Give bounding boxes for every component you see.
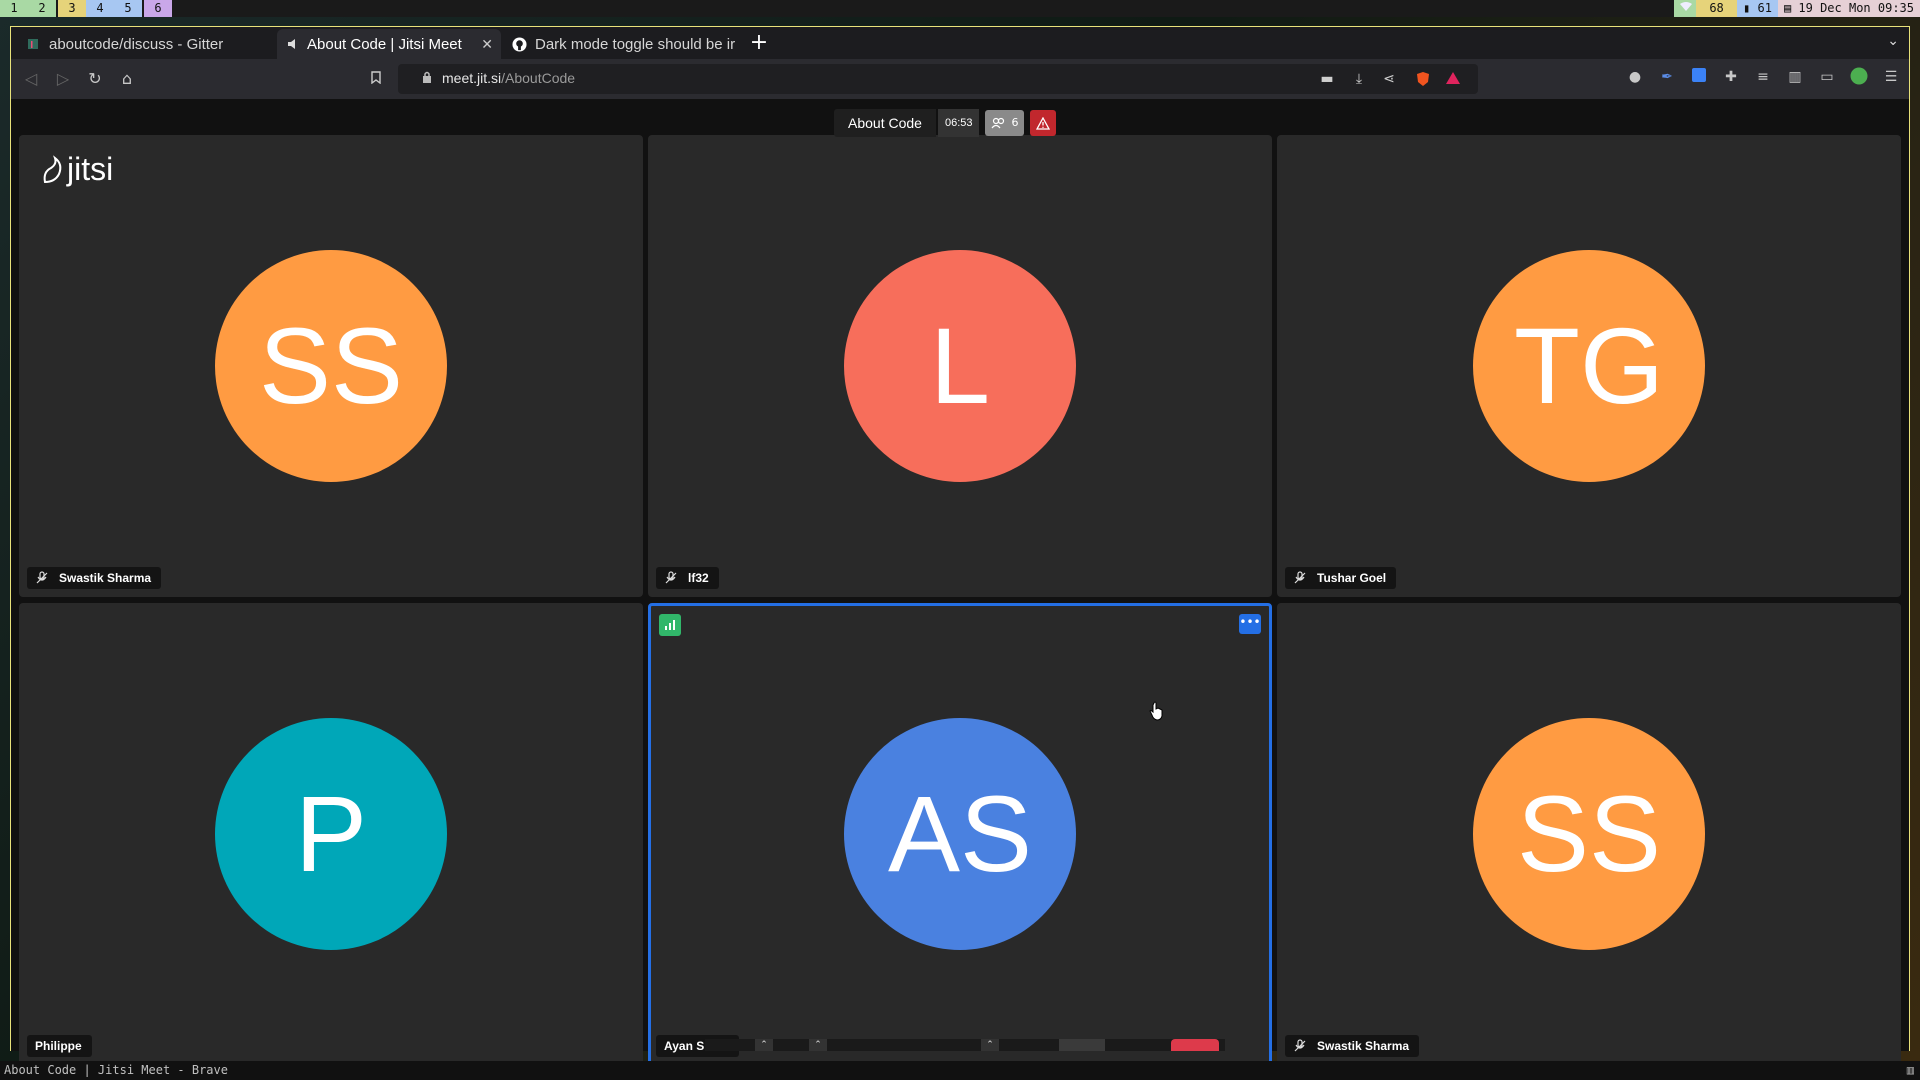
media-queue-icon[interactable]: ≡ bbox=[1753, 67, 1773, 87]
name-tag: Swastik Sharma bbox=[1285, 1035, 1420, 1057]
avatar: P bbox=[215, 718, 447, 950]
share-settings-chevron-icon[interactable]: ⌃ bbox=[981, 1039, 999, 1051]
battery-status: ▮ 61 bbox=[1737, 0, 1778, 17]
extension-feather-icon[interactable]: ✒ bbox=[1657, 67, 1677, 87]
battery-icon: ▮ bbox=[1743, 1, 1751, 15]
close-tab-icon[interactable]: ✕ bbox=[481, 36, 493, 53]
avatar: SS bbox=[1473, 718, 1705, 950]
toolbox-peek: ⌃ ⌃ ⌃ bbox=[705, 1039, 1225, 1051]
mic-muted-icon bbox=[36, 571, 48, 584]
video-settings-chevron-icon[interactable]: ⌃ bbox=[809, 1039, 827, 1051]
hand-cursor-icon bbox=[1149, 701, 1163, 721]
calendar-icon: ▤ bbox=[1783, 1, 1792, 15]
raise-hand-button[interactable] bbox=[1059, 1039, 1105, 1051]
avatar: L bbox=[844, 250, 1076, 482]
meeting-subject: About Code bbox=[834, 109, 936, 137]
jitsi-conference: SS Swastik Sharma jitsi L lf32 TG Tushar… bbox=[11, 99, 1909, 1065]
gitter-icon bbox=[25, 36, 41, 52]
workspace-2[interactable]: 2 bbox=[28, 0, 56, 17]
github-icon bbox=[511, 36, 527, 52]
warning-icon[interactable] bbox=[1030, 110, 1057, 136]
leave-call-button[interactable] bbox=[1171, 1039, 1219, 1051]
participant-tile[interactable]: SS Swastik Sharma jitsi bbox=[19, 135, 643, 597]
workspace-4[interactable]: 4 bbox=[86, 0, 114, 17]
address-bar[interactable]: meet.jit.si/AboutCode ▬ ⤓ ⋖ bbox=[398, 64, 1478, 94]
browser-window: aboutcode/discuss - Gitter About Code | … bbox=[10, 26, 1910, 1065]
mic-muted-icon bbox=[1294, 1039, 1306, 1052]
volume-status: 68 bbox=[1696, 0, 1738, 17]
new-tab-button[interactable]: + bbox=[746, 31, 772, 57]
bookmark-icon[interactable] bbox=[364, 67, 388, 91]
brave-rewards-icon[interactable] bbox=[1444, 71, 1462, 87]
participant-tile[interactable]: L lf32 bbox=[648, 135, 1272, 597]
status-bar: 68 ▮ 61 ▤ 19 Dec Mon 09:35 bbox=[1674, 0, 1920, 17]
avatar: SS bbox=[215, 250, 447, 482]
menu-icon[interactable]: ☰ bbox=[1881, 67, 1901, 87]
conference-info-bar: About Code 06:53 6 bbox=[834, 109, 1057, 137]
brave-shields-icon[interactable] bbox=[1414, 71, 1432, 87]
sidebar-icon[interactable]: ▥ bbox=[1785, 67, 1805, 87]
tab-label: About Code | Jitsi Meet bbox=[307, 35, 462, 53]
lock-icon bbox=[423, 71, 431, 83]
audio-settings-chevron-icon[interactable]: ⌃ bbox=[755, 1039, 773, 1051]
tab-list-chevron-icon[interactable]: ⌄ bbox=[1887, 33, 1899, 49]
workspace-6[interactable]: 6 bbox=[144, 0, 172, 17]
name-tag: Philippe bbox=[27, 1035, 92, 1057]
wifi-icon bbox=[1674, 0, 1697, 17]
reload-button[interactable]: ↻ bbox=[83, 67, 107, 91]
name-tag: Tushar Goel bbox=[1285, 567, 1397, 589]
participant-tile-dominant[interactable]: ••• AS Ayan Sinha bbox=[648, 603, 1272, 1065]
jitsi-logo: jitsi bbox=[41, 151, 113, 188]
tab-label: Dark mode toggle should be ir bbox=[535, 35, 736, 53]
window-title-bar: About Code | Jitsi Meet - Brave ▥ bbox=[0, 1061, 1920, 1080]
layout-icon[interactable]: ▥ bbox=[1907, 1061, 1914, 1080]
workspace-3[interactable]: 3 bbox=[58, 0, 86, 17]
mic-muted-icon bbox=[665, 571, 677, 584]
home-button[interactable]: ⌂ bbox=[115, 67, 139, 91]
tab-gitter[interactable]: aboutcode/discuss - Gitter bbox=[15, 29, 261, 59]
tab-jitsi[interactable]: About Code | Jitsi Meet ✕ bbox=[277, 29, 501, 59]
tab-label: aboutcode/discuss - Gitter bbox=[49, 35, 224, 53]
extension-mic-icon[interactable]: ● bbox=[1625, 67, 1645, 87]
more-options-icon[interactable]: ••• bbox=[1239, 614, 1261, 634]
name-tag: Swastik Sharma bbox=[27, 567, 162, 589]
install-app-icon[interactable]: ⤓ bbox=[1350, 71, 1368, 87]
participants-count[interactable]: 6 bbox=[985, 110, 1025, 136]
participant-tile[interactable]: SS Swastik Sharma bbox=[1277, 603, 1901, 1065]
participant-tile[interactable]: P Philippe bbox=[19, 603, 643, 1065]
clock: ▤ 19 Dec Mon 09:35 bbox=[1777, 0, 1920, 17]
tab-strip: aboutcode/discuss - Gitter About Code | … bbox=[11, 27, 1909, 59]
mic-muted-icon bbox=[1294, 571, 1306, 584]
wallet-icon[interactable]: ▭ bbox=[1817, 67, 1837, 87]
conference-timer: 06:53 bbox=[937, 109, 980, 137]
avatar: AS bbox=[844, 718, 1076, 950]
jitsi-logo-icon bbox=[43, 154, 62, 183]
extension-translate-icon[interactable] bbox=[1689, 67, 1709, 87]
i3-top-bar: 1 2 3 4 5 6 68 ▮ 61 ▤ 19 Dec Mon 09:35 bbox=[0, 0, 1920, 17]
camera-icon[interactable]: ▬ bbox=[1318, 71, 1336, 87]
tab-github[interactable]: Dark mode toggle should be ir bbox=[501, 29, 737, 59]
extensions-puzzle-icon[interactable]: ✚ bbox=[1721, 67, 1741, 87]
url-text: meet.jit.si/AboutCode bbox=[442, 70, 576, 86]
toolbox-bg bbox=[705, 1039, 1225, 1051]
connection-indicator-icon[interactable] bbox=[659, 614, 681, 636]
participants-icon bbox=[992, 117, 1005, 129]
workspace-5[interactable]: 5 bbox=[114, 0, 142, 17]
forward-button[interactable]: ▷ bbox=[51, 67, 75, 91]
participant-tile[interactable]: TG Tushar Goel bbox=[1277, 135, 1901, 597]
workspace-1[interactable]: 1 bbox=[0, 0, 28, 17]
name-tag: lf32 bbox=[656, 567, 719, 589]
profile-avatar-icon[interactable] bbox=[1849, 67, 1869, 87]
browser-toolbar: ◁ ▷ ↻ ⌂ meet.jit.si/AboutCode ▬ ⤓ ⋖ ● ✒ … bbox=[11, 59, 1909, 99]
avatar: TG bbox=[1473, 250, 1705, 482]
back-button[interactable]: ◁ bbox=[19, 67, 43, 91]
speaker-icon bbox=[285, 36, 301, 52]
share-icon[interactable]: ⋖ bbox=[1380, 71, 1398, 87]
